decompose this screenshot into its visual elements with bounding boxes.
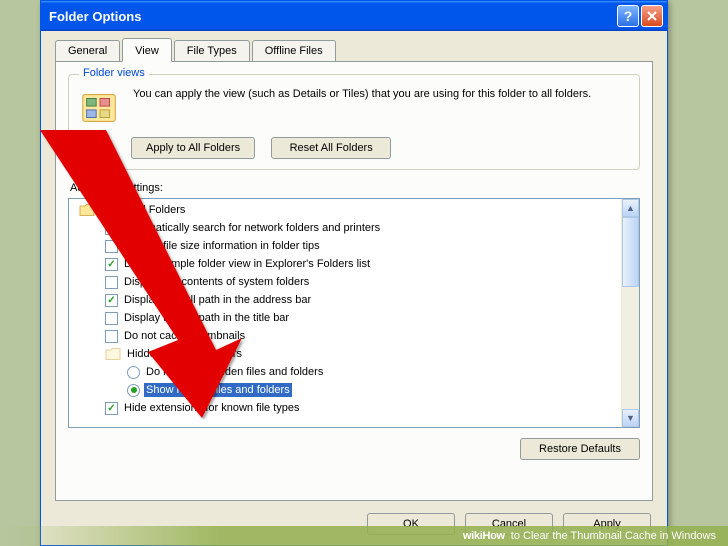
folder-views-group: Folder views You can apply the view (suc… [68, 74, 640, 170]
advanced-settings-tree[interactable]: Files and Folders ✓ Automatically search f… [68, 198, 640, 428]
tab-panel-view: Folder views You can apply the view (suc… [55, 61, 653, 501]
scrollbar[interactable]: ▲ ▼ [621, 199, 639, 427]
tree-item-10[interactable]: ✓ Hide extensions for known file types [69, 399, 621, 417]
checkbox-icon[interactable] [105, 312, 118, 325]
tree-item-0[interactable]: ✓ Automatically search for network folder… [69, 219, 621, 237]
apply-to-all-folders-button[interactable]: Apply to All Folders [131, 137, 255, 159]
tab-file-types[interactable]: File Types [174, 40, 250, 62]
tree-item-label: Display the full path in the address bar [122, 293, 313, 307]
checkbox-icon[interactable] [105, 240, 118, 253]
scroll-down-button[interactable]: ▼ [622, 409, 639, 427]
scroll-up-button[interactable]: ▲ [622, 199, 639, 217]
close-icon [646, 10, 658, 22]
tab-view[interactable]: View [122, 38, 172, 62]
tree-item-4[interactable]: ✓ Display the full path in the address ba… [69, 291, 621, 309]
tab-strip: General View File Types Offline Files [55, 40, 653, 62]
folder-views-text: You can apply the view (such as Details … [133, 87, 629, 102]
advanced-settings-label: Advanced settings: [70, 182, 640, 194]
dialog-content: General View File Types Offline Files Fo… [41, 31, 667, 509]
radio-icon[interactable] [127, 366, 140, 379]
scroll-thumb[interactable] [622, 217, 639, 287]
reset-all-folders-button[interactable]: Reset All Folders [271, 137, 391, 159]
close-button[interactable] [641, 5, 663, 27]
wikihow-watermark: wikiHow to Clear the Thumbnail Cache in … [0, 526, 728, 546]
tree-item-6[interactable]: Do not cache thumbnails [69, 327, 621, 345]
checkbox-icon[interactable] [105, 330, 118, 343]
help-button[interactable]: ? [617, 5, 639, 27]
tree-root-label: Files and Folders [99, 203, 187, 217]
checkbox-icon[interactable]: ✓ [105, 294, 118, 307]
tree-item-9[interactable]: Show hidden files and folders [69, 381, 621, 399]
tab-offline-files[interactable]: Offline Files [252, 40, 336, 62]
tree-item-label: Display file size information in folder … [122, 239, 322, 253]
window-title: Folder Options [49, 9, 615, 24]
tree-item-label: Hidden files and folders [125, 347, 244, 361]
tree-item-8[interactable]: Do not show hidden files and folders [69, 363, 621, 381]
tree-item-label: Automatically search for network folders… [122, 221, 382, 235]
tree-item-label: Show hidden files and folders [144, 383, 292, 397]
wikihow-logo: wikiHow [463, 530, 505, 542]
folder-views-legend: Folder views [79, 67, 149, 79]
tree-item-label: Do not cache thumbnails [122, 329, 247, 343]
tab-general[interactable]: General [55, 40, 120, 62]
tree-item-label: Display the contents of system folders [122, 275, 311, 289]
folder-views-icon [79, 87, 121, 129]
folder-options-dialog: Folder Options ? General View File Types… [40, 0, 668, 546]
radio-icon[interactable] [127, 384, 140, 397]
checkbox-icon[interactable] [105, 276, 118, 289]
tree-item-label: Do not show hidden files and folders [144, 365, 325, 379]
restore-defaults-button[interactable]: Restore Defaults [520, 438, 640, 460]
tree-item-2[interactable]: ✓ Display simple folder view in Explorer'… [69, 255, 621, 273]
tree-root-files-and-folders[interactable]: Files and Folders [69, 201, 621, 219]
wikihow-caption: to Clear the Thumbnail Cache in Windows [511, 530, 716, 542]
titlebar[interactable]: Folder Options ? [41, 1, 667, 31]
checkbox-icon[interactable]: ✓ [105, 258, 118, 271]
tree-item-label: Display simple folder view in Explorer's… [122, 257, 372, 271]
tree-item-1[interactable]: Display file size information in folder … [69, 237, 621, 255]
tree-item-3[interactable]: Display the contents of system folders [69, 273, 621, 291]
checkbox-icon[interactable]: ✓ [105, 402, 118, 415]
checkbox-icon[interactable]: ✓ [105, 222, 118, 235]
tree-item-7[interactable]: Hidden files and folders [69, 345, 621, 363]
tree-item-5[interactable]: Display the full path in the title bar [69, 309, 621, 327]
scroll-track[interactable] [622, 287, 639, 409]
tree-item-label: Display the full path in the title bar [122, 311, 291, 325]
tree-item-label: Hide extensions for known file types [122, 401, 301, 415]
